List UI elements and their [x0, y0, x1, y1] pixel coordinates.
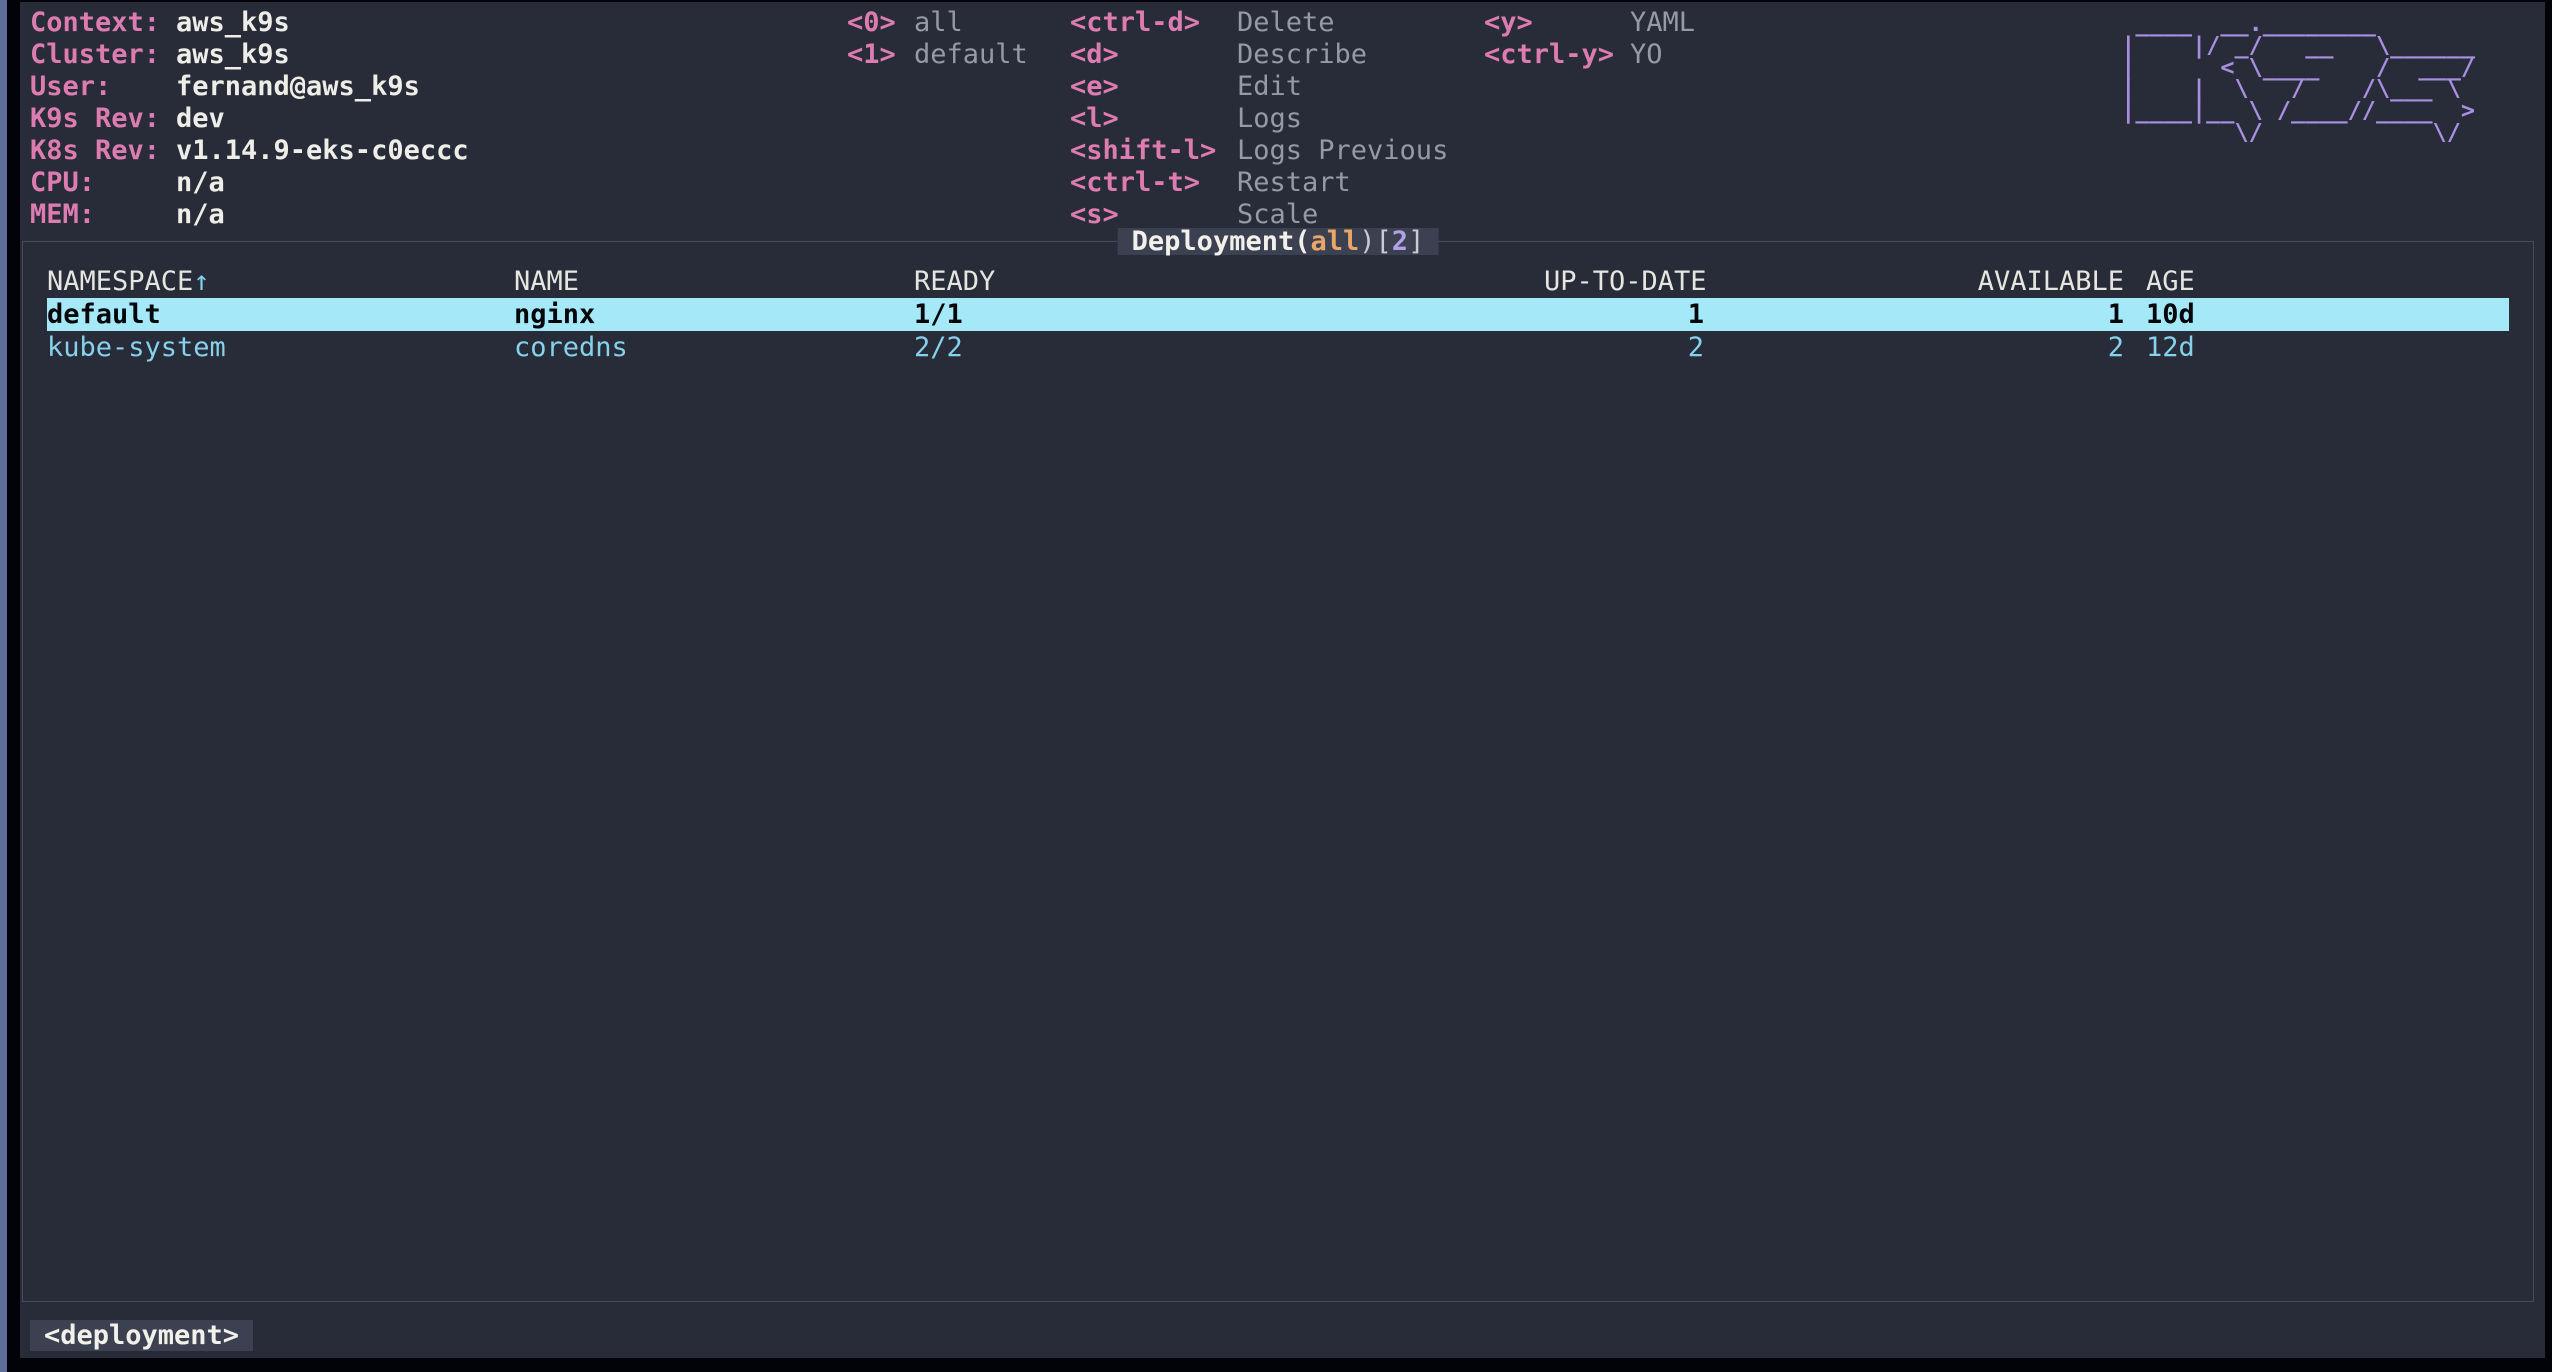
- info-row-cpu: CPU: n/a: [30, 167, 847, 199]
- title-paren-close: ): [1359, 226, 1375, 257]
- cell-name: nginx: [514, 298, 914, 331]
- hotkey-label: all: [914, 7, 963, 39]
- hotkey-label: Describe: [1237, 39, 1367, 71]
- hotkey-menu-views: <y> YAML <ctrl-y> YO: [1484, 7, 1814, 241]
- cell-up-to-date: 2: [1544, 331, 1704, 364]
- hotkey-key: <1>: [847, 39, 914, 71]
- table-row-coredns[interactable]: kube-system coredns 2/2 2 2 12d: [47, 331, 2509, 364]
- info-value: n/a: [176, 199, 225, 231]
- panel-title: Deployment(all)[2]: [1118, 228, 1439, 255]
- column-header-available[interactable]: AVAILABLE: [1704, 265, 2124, 298]
- hotkey-label: default: [914, 39, 1028, 71]
- breadcrumb-deployment[interactable]: <deployment>: [30, 1320, 253, 1351]
- column-header-name[interactable]: NAME: [514, 265, 914, 298]
- hotkey-item: <0> all: [847, 7, 1070, 39]
- hotkey-label: Logs: [1237, 103, 1302, 135]
- info-value: aws_k9s: [176, 7, 290, 39]
- info-label: K9s Rev:: [30, 103, 176, 135]
- info-label: Cluster:: [30, 39, 176, 71]
- hotkey-item: <shift-l> Logs Previous: [1070, 135, 1484, 167]
- hotkey-key: <ctrl-y>: [1484, 39, 1630, 71]
- info-row-k9s-rev: K9s Rev: dev: [30, 103, 847, 135]
- info-label: Context:: [30, 7, 176, 39]
- table-row-nginx[interactable]: default nginx 1/1 1 1 10d: [47, 298, 2509, 331]
- hotkey-key: <0>: [847, 7, 914, 39]
- cell-ready: 1/1: [914, 298, 1544, 331]
- title-count: 2: [1392, 226, 1408, 257]
- hotkey-item: <d> Describe: [1070, 39, 1484, 71]
- footer: <deployment>: [20, 1302, 2545, 1358]
- hotkey-key: <ctrl-d>: [1070, 7, 1237, 39]
- hotkey-key: <y>: [1484, 7, 1630, 39]
- hotkey-key: <l>: [1070, 103, 1237, 135]
- hotkey-label: Delete: [1237, 7, 1335, 39]
- info-label: K8s Rev:: [30, 135, 176, 167]
- info-row-cluster: Cluster: aws_k9s: [30, 39, 847, 71]
- cell-available: 1: [1704, 298, 2124, 331]
- info-value: fernand@aws_k9s: [176, 71, 420, 103]
- hotkey-key: <ctrl-t>: [1070, 167, 1237, 199]
- title-namespace: all: [1310, 226, 1359, 257]
- hotkey-item: <y> YAML: [1484, 7, 1814, 39]
- cell-namespace: kube-system: [47, 331, 514, 364]
- hotkey-item: <l> Logs: [1070, 103, 1484, 135]
- title-resource: Deployment: [1132, 226, 1295, 257]
- column-header-ready[interactable]: READY: [914, 265, 1544, 298]
- hotkey-label: YO: [1630, 39, 1663, 71]
- hotkey-label: Restart: [1237, 167, 1351, 199]
- hotkey-menu-actions: <ctrl-d> Delete <d> Describe <e> Edit <l…: [1070, 7, 1484, 241]
- deployment-panel: Deployment(all)[2] NAMESPACE↑ NAME READY…: [22, 241, 2534, 1302]
- cluster-info: Context: aws_k9s Cluster: aws_k9s User: …: [30, 7, 847, 241]
- title-bracket-close: ]: [1408, 226, 1424, 257]
- sort-arrow-icon: ↑: [193, 266, 209, 297]
- info-row-mem: MEM: n/a: [30, 199, 847, 231]
- k9s-terminal: Context: aws_k9s Cluster: aws_k9s User: …: [20, 2, 2545, 1358]
- hotkey-key: <d>: [1070, 39, 1237, 71]
- info-row-context: Context: aws_k9s: [30, 7, 847, 39]
- hotkey-item: <e> Edit: [1070, 71, 1484, 103]
- hotkey-key: <shift-l>: [1070, 135, 1237, 167]
- cell-age: 12d: [2124, 331, 2509, 364]
- info-value: dev: [176, 103, 225, 135]
- k9s-ascii-art: ____ __.________ | |/ _/ __ \______ | < …: [2121, 13, 2475, 144]
- column-header-age[interactable]: AGE: [2124, 265, 2509, 298]
- deployment-table: NAMESPACE↑ NAME READY UP-TO-DATE AVAILAB…: [23, 242, 2533, 364]
- hotkey-label: Edit: [1237, 71, 1302, 103]
- header: Context: aws_k9s Cluster: aws_k9s User: …: [20, 2, 2545, 241]
- column-header-up-to-date[interactable]: UP-TO-DATE: [1544, 265, 1704, 298]
- info-label: User:: [30, 71, 176, 103]
- cell-ready: 2/2: [914, 331, 1544, 364]
- hotkey-key: <e>: [1070, 71, 1237, 103]
- info-value: aws_k9s: [176, 39, 290, 71]
- cell-available: 2: [1704, 331, 2124, 364]
- hotkey-menu-namespaces: <0> all <1> default: [847, 7, 1070, 241]
- cell-age: 10d: [2124, 298, 2509, 331]
- hotkey-label: YAML: [1630, 7, 1695, 39]
- hotkey-item: <ctrl-y> YO: [1484, 39, 1814, 71]
- k9s-logo: ____ __.________ | |/ _/ __ \______ | < …: [2121, 7, 2545, 241]
- window-edge-strip: [0, 0, 7, 1372]
- info-value: v1.14.9-eks-c0eccc: [176, 135, 469, 167]
- cell-namespace: default: [47, 298, 514, 331]
- title-paren-open: (: [1294, 226, 1310, 257]
- hotkey-label: Logs Previous: [1237, 135, 1448, 167]
- info-row-user: User: fernand@aws_k9s: [30, 71, 847, 103]
- column-header-namespace[interactable]: NAMESPACE↑: [47, 265, 514, 298]
- info-value: n/a: [176, 167, 225, 199]
- hotkey-item: <ctrl-d> Delete: [1070, 7, 1484, 39]
- info-row-k8s-rev: K8s Rev: v1.14.9-eks-c0eccc: [30, 135, 847, 167]
- info-label: CPU:: [30, 167, 176, 199]
- table-header-row: NAMESPACE↑ NAME READY UP-TO-DATE AVAILAB…: [47, 265, 2509, 298]
- cell-up-to-date: 1: [1544, 298, 1704, 331]
- title-bracket-open: [: [1376, 226, 1392, 257]
- cell-name: coredns: [514, 331, 914, 364]
- info-label: MEM:: [30, 199, 176, 231]
- hotkey-item: <ctrl-t> Restart: [1070, 167, 1484, 199]
- hotkey-item: <1> default: [847, 39, 1070, 71]
